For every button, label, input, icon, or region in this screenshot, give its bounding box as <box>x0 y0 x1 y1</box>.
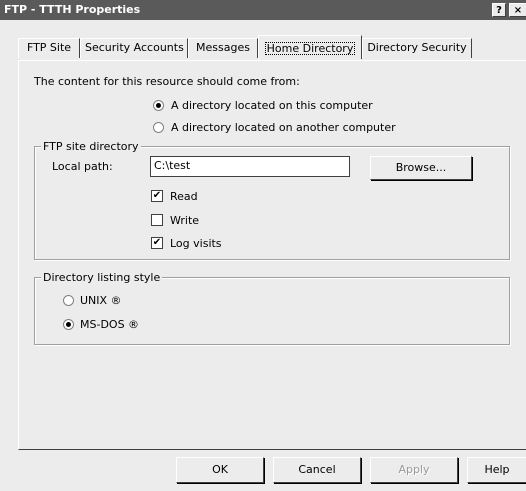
write-label[interactable]: Write <box>170 214 199 227</box>
ok-button[interactable]: OK <box>176 457 264 483</box>
tab-security-accounts[interactable]: Security Accounts <box>80 38 188 58</box>
tab-label: Directory Security <box>367 41 467 54</box>
tab-label: Security Accounts <box>85 41 184 54</box>
apply-button-label: Apply <box>398 463 430 476</box>
tab-directory-security[interactable]: Directory Security <box>362 38 472 58</box>
tab-label: Home Directory <box>264 42 356 55</box>
close-icon[interactable]: × <box>509 3 526 17</box>
tab-ftp-site[interactable]: FTP Site <box>18 38 80 58</box>
help-button[interactable]: Help <box>467 457 526 483</box>
cancel-button[interactable]: Cancel <box>273 457 361 483</box>
log-visits-checkbox[interactable]: ✔ <box>151 237 163 249</box>
radio-unix-label[interactable]: UNIX ® <box>80 294 122 307</box>
tab-label: FTP Site <box>26 41 72 54</box>
radio-msdos-label[interactable]: MS-DOS ® <box>80 318 139 331</box>
local-path-label: Local path: <box>52 160 113 173</box>
tab-label: Messages <box>196 41 250 54</box>
radio-local-directory[interactable] <box>153 100 164 111</box>
browse-button[interactable]: Browse... <box>370 156 472 180</box>
help-button-label: Help <box>484 463 510 476</box>
local-path-input[interactable]: C:\test <box>150 156 350 177</box>
read-label[interactable]: Read <box>170 190 198 203</box>
read-checkbox[interactable]: ✔ <box>151 190 163 202</box>
tab-home-directory[interactable]: Home Directory <box>258 35 362 59</box>
title-bar[interactable]: FTP - TTTH Properties ? × <box>0 0 526 20</box>
radio-msdos[interactable] <box>63 319 74 330</box>
radio-unix[interactable] <box>63 295 74 306</box>
radio-remote-directory[interactable] <box>153 122 164 133</box>
radio-local-directory-label[interactable]: A directory located on this computer <box>171 99 373 112</box>
ok-button-label: OK <box>212 463 228 476</box>
browse-button-label: Browse... <box>395 161 447 174</box>
radio-remote-directory-label[interactable]: A directory located on another computer <box>171 121 396 134</box>
apply-button[interactable]: Apply <box>370 457 458 483</box>
log-visits-label[interactable]: Log visits <box>170 237 222 250</box>
group-title: FTP site directory <box>41 140 141 153</box>
group-title: Directory listing style <box>41 271 163 284</box>
content-source-prompt: The content for this resource should com… <box>34 75 300 88</box>
cancel-button-label: Cancel <box>298 463 336 476</box>
properties-dialog: FTP - TTTH Properties ? × FTP Site Secur… <box>0 0 526 491</box>
window-title: FTP - TTTH Properties <box>4 3 141 16</box>
write-checkbox[interactable] <box>151 214 163 226</box>
listing-style-group: Directory listing style <box>34 271 510 345</box>
tab-messages[interactable]: Messages <box>188 38 258 58</box>
help-icon[interactable]: ? <box>492 3 506 17</box>
